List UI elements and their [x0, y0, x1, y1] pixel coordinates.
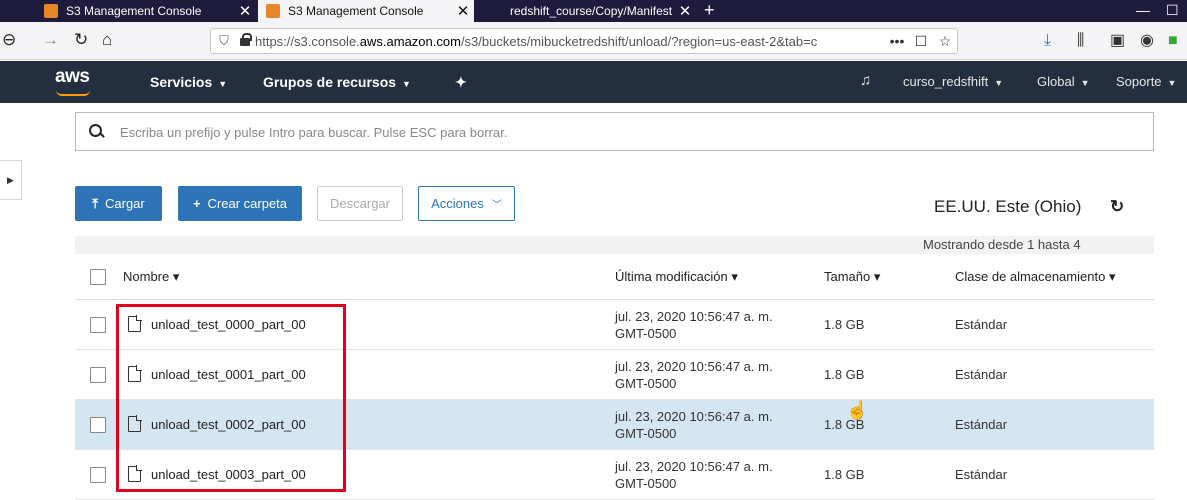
back-icon[interactable]: ⊖	[2, 30, 16, 50]
forward-icon[interactable]: →	[42, 30, 59, 50]
create-folder-button[interactable]: + Crear carpeta	[178, 186, 302, 221]
url-text[interactable]: https://s3.console.aws.amazon.com/s3/buc…	[255, 34, 885, 49]
download-icon[interactable]: ⤓	[1044, 31, 1051, 51]
tab-title: S3 Management Console	[288, 4, 424, 18]
last-modified: jul. 23, 2020 10:56:47 a. m. GMT-0500	[615, 309, 773, 341]
create-folder-label: Crear carpeta	[207, 196, 288, 211]
pocket-icon[interactable]: ☐	[909, 33, 933, 50]
home-icon[interactable]: ⌂	[102, 30, 112, 50]
chevron-down-icon: ▼	[1167, 78, 1177, 88]
extension-green-icon[interactable]: ■	[1168, 31, 1178, 51]
s3-favicon-icon	[266, 4, 280, 18]
sort-down-icon: ▾	[873, 269, 881, 284]
chevron-down-icon: ﹀	[491, 200, 502, 211]
storage-class: Estándar	[955, 417, 1008, 432]
browser-tab[interactable]: S3 Management Console ✕	[36, 0, 256, 22]
refresh-icon[interactable]: ↻	[1110, 197, 1124, 217]
column-storage-class[interactable]: Clase de almacenamiento ▾	[955, 269, 1115, 285]
file-size: 1.8 GB	[824, 367, 865, 382]
search-input[interactable]	[120, 121, 1140, 143]
column-name[interactable]: Nombre ▾	[123, 269, 179, 285]
browser-nav-bar: ⊖ → ↻ ⌂ ⛉ https://s3.console.aws.amazon.…	[0, 22, 1187, 60]
browser-tab-active[interactable]: S3 Management Console ✕	[258, 0, 474, 22]
account-menu[interactable]: curso_redsfhift ▼	[903, 74, 1003, 89]
storage-class: Estándar	[955, 367, 1008, 382]
row-checkbox[interactable]	[90, 417, 106, 433]
aws-logo[interactable]: aws	[55, 66, 90, 96]
chevron-down-icon: ▼	[994, 78, 1004, 88]
upload-label: Cargar	[105, 196, 145, 211]
file-size: 1.8 GB	[824, 467, 865, 482]
sidebar-icon[interactable]: ▣	[1110, 31, 1125, 51]
minimize-icon[interactable]: —	[1136, 0, 1150, 22]
tracking-shield-icon[interactable]: ⛉	[211, 33, 237, 49]
sort-down-icon: ▾	[1108, 269, 1116, 284]
tab-title: S3 Management Console	[66, 4, 202, 18]
region-menu[interactable]: Global ▼	[1037, 74, 1090, 89]
upload-icon: ⤒	[92, 195, 98, 211]
chevron-down-icon: ▼	[218, 79, 228, 89]
close-icon[interactable]: ✕	[452, 2, 474, 20]
browser-tab[interactable]: redshift_course/Copy/Manifest ✕	[482, 0, 696, 22]
storage-class: Estándar	[955, 467, 1008, 482]
aws-header: aws Servicios ▼ Grupos de recursos ▼ ✦ ♫ c…	[0, 61, 1187, 103]
pagination-info: Mostrando desde 1 hasta 4	[75, 236, 1154, 254]
actions-label: Acciones	[431, 196, 484, 211]
tab-title: redshift_course/Copy/Manifest	[510, 4, 673, 18]
search-box	[75, 112, 1154, 151]
pin-icon[interactable]: ✦	[455, 74, 467, 91]
last-modified: jul. 23, 2020 10:56:47 a. m. GMT-0500	[615, 409, 773, 441]
last-modified: jul. 23, 2020 10:56:47 a. m. GMT-0500	[615, 459, 773, 491]
browser-tab-bar: S3 Management Console ✕ S3 Management Co…	[0, 0, 1187, 22]
url-bar[interactable]: ⛉ https://s3.console.aws.amazon.com/s3/b…	[210, 28, 958, 54]
bookmark-star-icon[interactable]: ☆	[933, 33, 957, 50]
s3-favicon-icon	[44, 4, 58, 18]
search-icon	[88, 122, 106, 140]
plus-icon: +	[192, 196, 201, 211]
maximize-icon[interactable]: ☐	[1166, 0, 1179, 22]
last-modified: jul. 23, 2020 10:56:47 a. m. GMT-0500	[615, 359, 773, 391]
select-all-checkbox[interactable]	[90, 269, 106, 285]
row-checkbox[interactable]	[90, 467, 106, 483]
aws-smile-icon	[56, 90, 90, 96]
chevron-down-icon: ▼	[1080, 78, 1090, 88]
sort-down-icon: ▾	[731, 269, 738, 284]
new-tab-button[interactable]: +	[704, 0, 715, 22]
region-label: EE.UU. Este (Ohio)	[934, 197, 1082, 216]
column-size[interactable]: Tamaño ▾	[824, 269, 880, 285]
download-button[interactable]: Descargar	[317, 186, 403, 221]
hand-cursor-icon: ☝	[846, 400, 869, 420]
chevron-down-icon: ▼	[402, 79, 411, 89]
extension-icon[interactable]: ◉	[1140, 31, 1154, 51]
table-header: Nombre ▾ Última modificación ▾ Tamaño ▾ …	[75, 254, 1154, 300]
showing-text: Mostrando desde 1 hasta 4	[923, 237, 1081, 252]
notification-bell-icon[interactable]: ♫	[860, 72, 871, 89]
storage-class: Estándar	[955, 317, 1008, 332]
row-checkbox[interactable]	[90, 317, 106, 333]
file-size: 1.8 GB	[824, 317, 865, 332]
column-modified[interactable]: Última modificación ▾	[615, 269, 738, 285]
resource-groups-menu[interactable]: Grupos de recursos ▼	[263, 74, 411, 90]
close-icon[interactable]: ✕	[674, 2, 696, 20]
actions-button[interactable]: Acciones ﹀	[418, 186, 515, 221]
sidebar-toggle[interactable]: ▶	[0, 160, 22, 200]
support-menu[interactable]: Soporte ▼	[1116, 74, 1176, 89]
annotation-highlight-box	[116, 304, 346, 492]
close-icon[interactable]: ✕	[234, 2, 256, 20]
row-checkbox[interactable]	[90, 367, 106, 383]
page-actions-icon[interactable]: •••	[885, 33, 909, 49]
lock-icon[interactable]	[237, 33, 255, 47]
library-icon[interactable]: ⫼	[1077, 31, 1084, 51]
services-menu[interactable]: Servicios ▼	[150, 74, 227, 90]
upload-button[interactable]: ⤒ Cargar	[75, 186, 162, 221]
sort-down-icon: ▾	[172, 269, 180, 284]
reload-icon[interactable]: ↻	[74, 30, 88, 50]
